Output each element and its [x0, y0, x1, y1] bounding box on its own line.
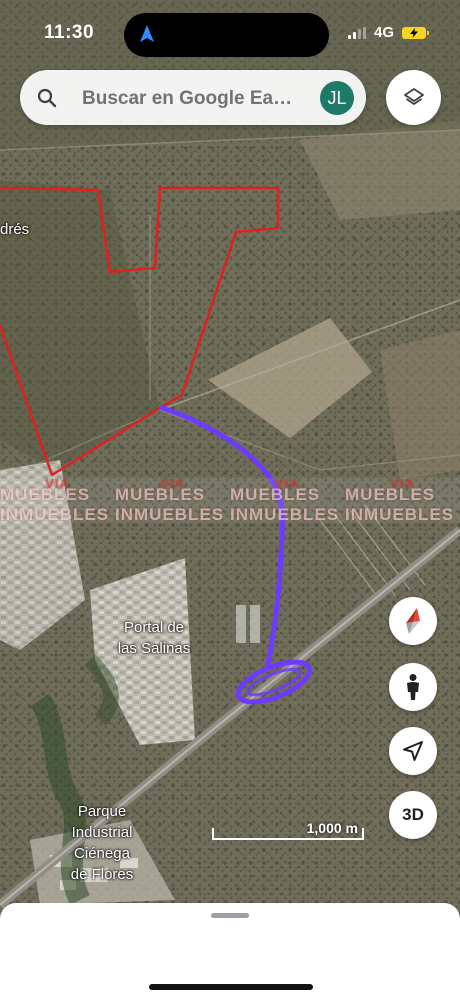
dynamic-island [124, 13, 329, 57]
3d-toggle-button[interactable]: 3D [389, 791, 437, 839]
map-label-portal: Portal de las Salinas [104, 617, 204, 659]
compass-button[interactable] [389, 597, 437, 645]
status-indicators: 4G [347, 24, 429, 41]
watermark-text: MUEBLES INMUEBLES [115, 476, 230, 525]
layers-button[interactable] [386, 70, 441, 125]
sheet-drag-handle[interactable] [211, 913, 249, 918]
watermark-text: MUEBLES INMUEBLES [230, 476, 345, 525]
map-label-portal-line2: las Salinas [117, 640, 191, 657]
search-icon [37, 88, 57, 108]
street-view-person-icon [407, 674, 419, 700]
my-location-button[interactable] [389, 727, 437, 775]
battery-charging-icon [402, 26, 429, 39]
map-scale: 1,000 m [212, 820, 364, 842]
watermark: MUEBLES INMUEBLES MUEBLES INMUEBLES MUEB… [0, 476, 460, 525]
map-label-parque-line1: Parque [77, 803, 127, 820]
signal-icon [347, 26, 366, 39]
network-type: 4G [373, 24, 394, 41]
search-bar[interactable]: JL [20, 70, 366, 125]
compass-icon [406, 608, 420, 634]
layers-icon [403, 87, 424, 105]
watermark-text: MUEBLES INMUEBLES [0, 476, 115, 525]
status-time: 11:30 [44, 22, 95, 43]
my-location-icon [403, 741, 423, 761]
navigation-arrow-icon [140, 25, 154, 42]
map-label-partial-place: drés [0, 221, 30, 238]
avatar[interactable]: JL [320, 81, 354, 115]
street-view-button[interactable] [389, 663, 437, 711]
map-label-parque: Parque Industrial Ciénega de Flores [52, 801, 152, 885]
map-label-parque-line4: de Flores [70, 866, 134, 883]
map-label-portal-line1: Portal de [123, 619, 185, 636]
map-label-parque-line2: Industrial [71, 824, 133, 841]
map-label-parque-line3: Ciénega [74, 845, 130, 862]
home-indicator[interactable] [149, 984, 313, 990]
scale-bar [212, 828, 364, 840]
search-input[interactable] [80, 84, 320, 114]
watermark-text: MUEBLES INMUEBLES [345, 476, 460, 525]
